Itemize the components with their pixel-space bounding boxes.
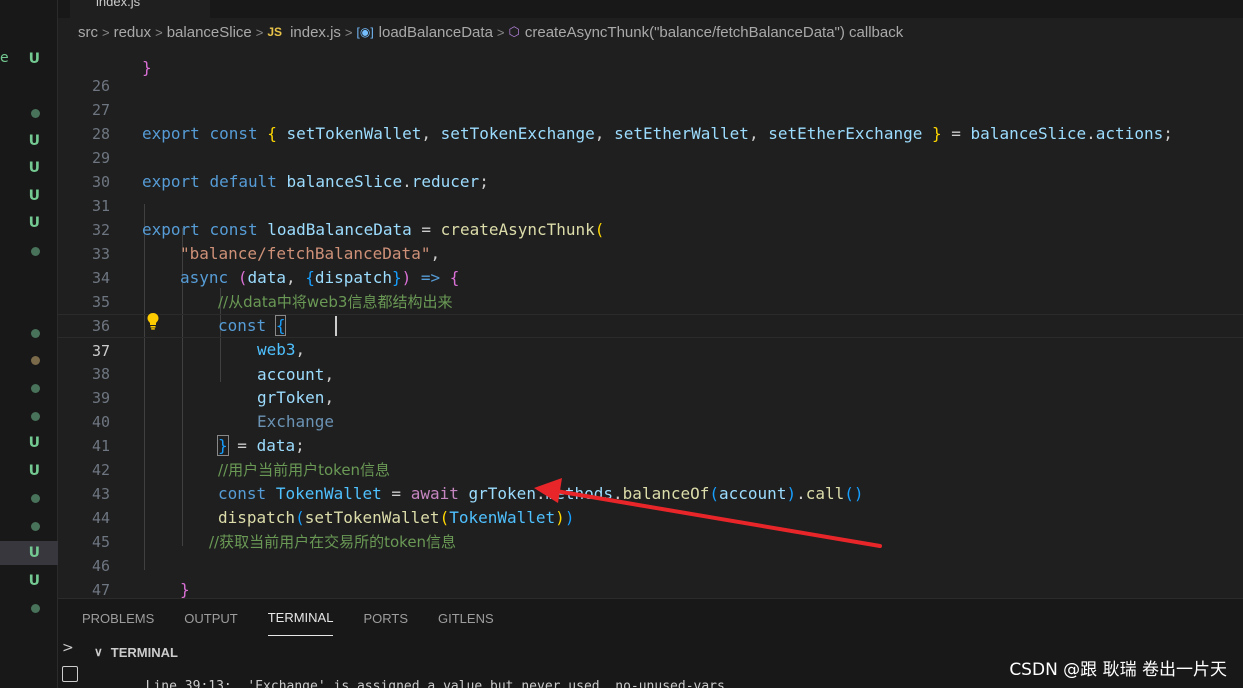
tab-output[interactable]: OUTPUT [184,601,237,636]
breadcrumb-item-redux[interactable]: redux [114,24,152,41]
git-modified-dot [0,514,58,538]
code-line: 42 const TokenWallet = await grToken.met… [58,434,1243,503]
git-modified-dot [0,404,58,428]
code-line: 31 export const loadBalanceData = create… [58,170,1243,239]
git-modified-dot [0,376,58,400]
code-line: 44 //获取当前用户在交易所的token信息 [58,482,1243,551]
git-modified-dot [0,596,58,620]
code-line: 26 [58,50,1243,95]
code-line: 47 ) [58,554,1243,598]
code-editor[interactable]: } 26 27 export const { setTokenWallet, s… [58,46,1243,598]
tab-problems[interactable]: PROBLEMS [82,601,154,636]
breadcrumb-item-src[interactable]: src [78,24,98,41]
code-line: 33 async (data, {dispatch}) => { [58,218,1243,287]
code-line: 43 dispatch(setTokenWallet(TokenWallet)) [58,458,1243,527]
breadcrumb-item-callback[interactable]: createAsyncThunk("balance/fetchBalanceDa… [525,24,903,41]
git-modified-dot [0,321,58,345]
git-modified-dot [0,348,58,372]
code-line: 36 web3, [58,290,1243,359]
code-line: 35 const { [58,266,1243,336]
js-file-icon: JS [267,25,283,39]
code-line: 41 //用户当前用户token信息 [58,410,1243,479]
git-untracked-badge: U [28,215,40,231]
breadcrumb: src > redux > balanceSlice > JS index.js… [58,18,1243,46]
chevron-right-icon: > [344,24,353,40]
git-untracked-badge-selected[interactable]: U [0,541,58,565]
breadcrumb-item-symbol[interactable]: loadBalanceData [379,24,493,41]
code-line: 29 export default balanceSlice.reducer; [58,122,1243,191]
code-line: 45 [58,506,1243,551]
tab-bar [58,0,1243,18]
code-line-active: 37 account, [58,314,1243,384]
git-untracked-badge: U [28,188,40,204]
tab-ports[interactable]: PORTS [363,601,408,636]
method-cube-icon: ⬡ [508,24,520,39]
git-untracked-badge: U [28,51,40,67]
chevron-right-icon: > [155,24,163,40]
tab-terminal[interactable]: TERMINAL [267,600,334,636]
terminal-output: Line 39:13: 'Exchange' is assigned a val… [130,679,725,688]
chevron-right-icon: > [496,24,505,40]
git-untracked-badge: U [28,160,40,176]
git-untracked-badge: U [28,435,40,451]
git-modified-dot [0,486,58,510]
git-modified-dot [0,101,58,125]
code-line: 38 grToken, [58,338,1243,407]
variable-symbol-icon: [◉] [356,25,374,39]
panel-tab-bar: PROBLEMS OUTPUT TERMINAL PORTS GITLENS [58,599,524,637]
git-untracked-badge: U [28,133,40,149]
chevron-down-icon: ∨ [94,645,103,659]
code-line: 39 Exchange [58,362,1243,431]
tab-gitlens[interactable]: GITLENS [438,601,494,636]
terminal-icon[interactable] [62,666,78,682]
git-untracked-badge: U [28,573,40,589]
chevron-right-icon[interactable]: > [62,640,74,656]
explorer-sidebar: e U U U U U U U U U [0,0,58,688]
breadcrumb-item-balanceslice[interactable]: balanceSlice [167,24,252,41]
watermark: CSDN @跟 耿瑞 卷出一片天 [1009,660,1227,680]
code-line: 32 "balance/fetchBalanceData", [58,194,1243,263]
code-line: 48 [58,578,1243,598]
code-line: 34 //从data中将web3信息都结构出来 [58,242,1243,311]
code-line: 27 export const { setTokenWallet, setTok… [58,74,1243,143]
terminal-title: TERMINAL [110,644,178,660]
code-line: 30 [58,146,1243,191]
code-line: 28 [58,98,1243,143]
code-line: 46 } [58,530,1243,598]
breadcrumb-item-file[interactable]: index.js [290,24,341,41]
chevron-right-icon: > [102,24,110,40]
git-untracked-badge: U [28,463,40,479]
text-cursor [335,316,337,336]
lightbulb-icon[interactable] [145,312,161,330]
code-line: 40 } = data; [58,386,1243,456]
chevron-right-icon: > [255,24,264,40]
tab-index-js[interactable]: index.js [70,0,210,18]
git-modified-dot [0,239,58,263]
